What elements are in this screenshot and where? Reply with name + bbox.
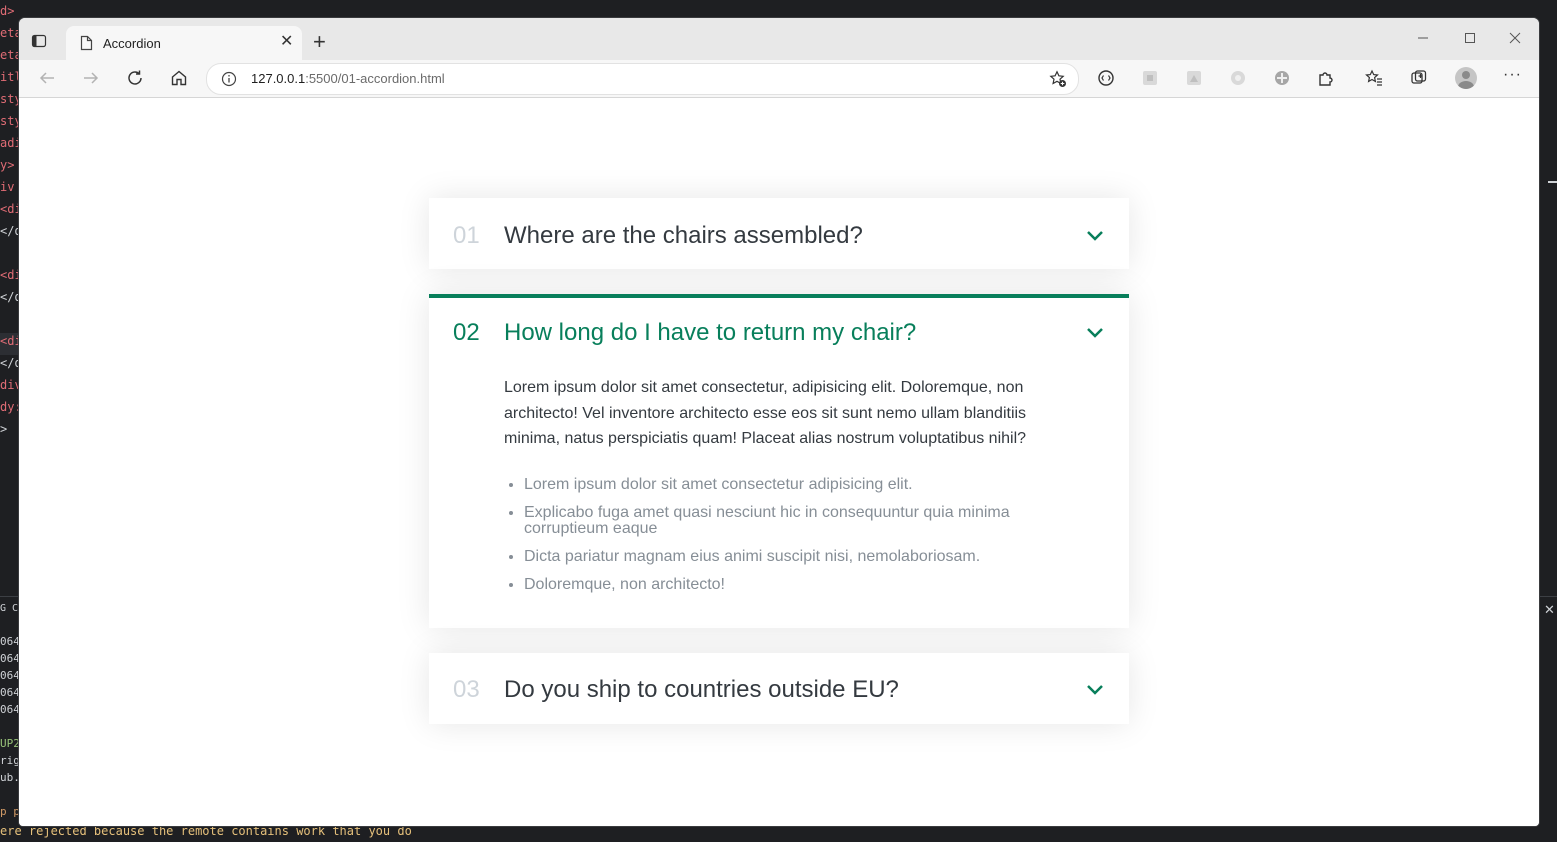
browser-window: Accordion ✕ + 127.0.0.1:5500/01-accordio… bbox=[19, 18, 1539, 826]
background-editor-left: d> eta eta itl sty sty adi y> iv <di </d… bbox=[0, 0, 19, 842]
forward-icon[interactable] bbox=[82, 69, 100, 87]
code-line: <di bbox=[0, 334, 19, 348]
accordion: 01 Where are the chairs assembled? 02 Ho… bbox=[429, 198, 1129, 749]
code-line: adi bbox=[0, 136, 19, 150]
answer-text: Lorem ipsum dolor sit amet consectetur, … bbox=[504, 379, 1027, 447]
tab-strip: Accordion ✕ + bbox=[19, 18, 1539, 60]
code-line: itl bbox=[0, 70, 19, 84]
more-options-icon[interactable]: ··· bbox=[1503, 66, 1522, 84]
code-line: eta bbox=[0, 26, 19, 40]
extensions-puzzle-icon[interactable] bbox=[1317, 69, 1335, 87]
url-text: 127.0.0.1:5500/01-accordion.html bbox=[251, 71, 445, 86]
close-icon[interactable]: ✕ bbox=[1544, 602, 1555, 618]
item-number: 01 bbox=[453, 221, 480, 249]
url-path: :5500/01-accordion.html bbox=[305, 71, 445, 86]
code-line: </d bbox=[0, 290, 19, 304]
extension-icon[interactable] bbox=[1141, 69, 1159, 87]
code-line: dy: bbox=[0, 400, 19, 414]
code-line: 064 bbox=[0, 652, 19, 665]
code-line: iv bbox=[0, 180, 15, 194]
extension-icon[interactable] bbox=[1273, 69, 1291, 87]
item-question: Where are the chairs assembled? bbox=[504, 221, 863, 249]
tab-accordion[interactable]: Accordion ✕ bbox=[66, 26, 302, 60]
maximize-icon[interactable] bbox=[1464, 31, 1476, 47]
accordion-item[interactable]: 01 Where are the chairs assembled? bbox=[429, 198, 1129, 269]
list-item: Lorem ipsum dolor sit amet consectetur a… bbox=[524, 476, 1014, 493]
code-line: 064 bbox=[0, 635, 19, 648]
browser-toolbar: 127.0.0.1:5500/01-accordion.html ··· bbox=[19, 60, 1539, 98]
item-number: 03 bbox=[453, 676, 480, 703]
favorites-icon[interactable] bbox=[1365, 69, 1383, 87]
code-line: ub. bbox=[0, 771, 19, 784]
code-line: > bbox=[0, 422, 8, 436]
terminal-line: ere rejected because the remote contains… bbox=[0, 825, 412, 838]
code-line: </d bbox=[0, 224, 19, 238]
code-line: UP2 bbox=[0, 737, 19, 750]
code-line: <di bbox=[0, 268, 19, 282]
code-line: </d bbox=[0, 356, 19, 370]
chevron-down-icon[interactable] bbox=[1085, 680, 1105, 700]
code-line: p p bbox=[0, 805, 19, 818]
item-number: 02 bbox=[453, 318, 480, 346]
collections-icon[interactable] bbox=[1410, 69, 1428, 87]
editor-cursor bbox=[1548, 181, 1557, 183]
accordion-header[interactable]: 03 Do you ship to countries outside EU? bbox=[453, 657, 1105, 724]
url-host: 127.0.0.1 bbox=[251, 71, 306, 86]
item-question: How long do I have to return my chair? bbox=[504, 318, 917, 346]
document-icon bbox=[80, 35, 93, 56]
accordion-header[interactable]: 01 Where are the chairs assembled? bbox=[453, 202, 1105, 269]
panel-divider bbox=[1538, 596, 1557, 597]
list-item: Explicabo fuga amet quasi nesciunt hic i… bbox=[524, 504, 1014, 537]
new-tab-icon[interactable]: + bbox=[313, 31, 326, 53]
extension-icon[interactable] bbox=[1229, 69, 1247, 87]
home-icon[interactable] bbox=[170, 69, 188, 87]
code-line: d> bbox=[0, 4, 15, 18]
code-line: 064 bbox=[0, 686, 19, 699]
item-question: Do you ship to countries outside EU? bbox=[504, 676, 899, 703]
chevron-down-icon[interactable] bbox=[1085, 226, 1105, 246]
back-icon[interactable] bbox=[38, 69, 56, 87]
code-line: <di bbox=[0, 202, 19, 216]
accordion-content: Lorem ipsum dolor sit amet consectetur, … bbox=[453, 367, 1105, 628]
accordion-item-open[interactable]: 02 How long do I have to return my chair… bbox=[429, 294, 1129, 628]
code-line: sty bbox=[0, 92, 19, 106]
address-bar[interactable]: 127.0.0.1:5500/01-accordion.html bbox=[206, 63, 1079, 95]
background-terminal-output: ere rejected because the remote contains… bbox=[0, 825, 1557, 842]
answer-list: Lorem ipsum dolor sit amet consectetur a… bbox=[504, 476, 1105, 593]
page-viewport: 01 Where are the chairs assembled? 02 Ho… bbox=[19, 98, 1539, 826]
tab-actions-icon[interactable] bbox=[31, 33, 47, 48]
code-line: y> bbox=[0, 158, 15, 172]
list-item: Doloremque, non architecto! bbox=[524, 576, 1014, 593]
code-line: 064 bbox=[0, 669, 19, 682]
reload-icon[interactable] bbox=[126, 69, 144, 87]
chevron-down-icon[interactable] bbox=[1085, 323, 1105, 343]
close-window-icon[interactable] bbox=[1509, 31, 1521, 47]
background-editor-right: ✕ bbox=[1538, 0, 1557, 842]
close-tab-icon[interactable]: ✕ bbox=[280, 34, 293, 50]
code-line: div bbox=[0, 378, 19, 392]
code-line: eta bbox=[0, 48, 19, 62]
profile-avatar[interactable] bbox=[1455, 67, 1477, 89]
code-line: G CO bbox=[0, 603, 19, 614]
code-line: 064 bbox=[0, 703, 19, 716]
extension-icon[interactable] bbox=[1185, 69, 1203, 87]
list-item: Dicta pariatur magnam eius animi suscipi… bbox=[524, 548, 1014, 565]
accordion-header[interactable]: 02 How long do I have to return my chair… bbox=[453, 298, 1105, 367]
add-favorite-icon[interactable] bbox=[1049, 70, 1067, 93]
tab-title: Accordion bbox=[103, 36, 161, 51]
minimize-icon[interactable] bbox=[1417, 31, 1429, 47]
code-line: sty bbox=[0, 114, 19, 128]
site-info-icon[interactable] bbox=[221, 71, 237, 92]
accordion-item[interactable]: 03 Do you ship to countries outside EU? bbox=[429, 652, 1129, 724]
panel-divider bbox=[0, 596, 19, 597]
extension-icon[interactable] bbox=[1097, 69, 1115, 87]
code-line: rig bbox=[0, 754, 19, 767]
